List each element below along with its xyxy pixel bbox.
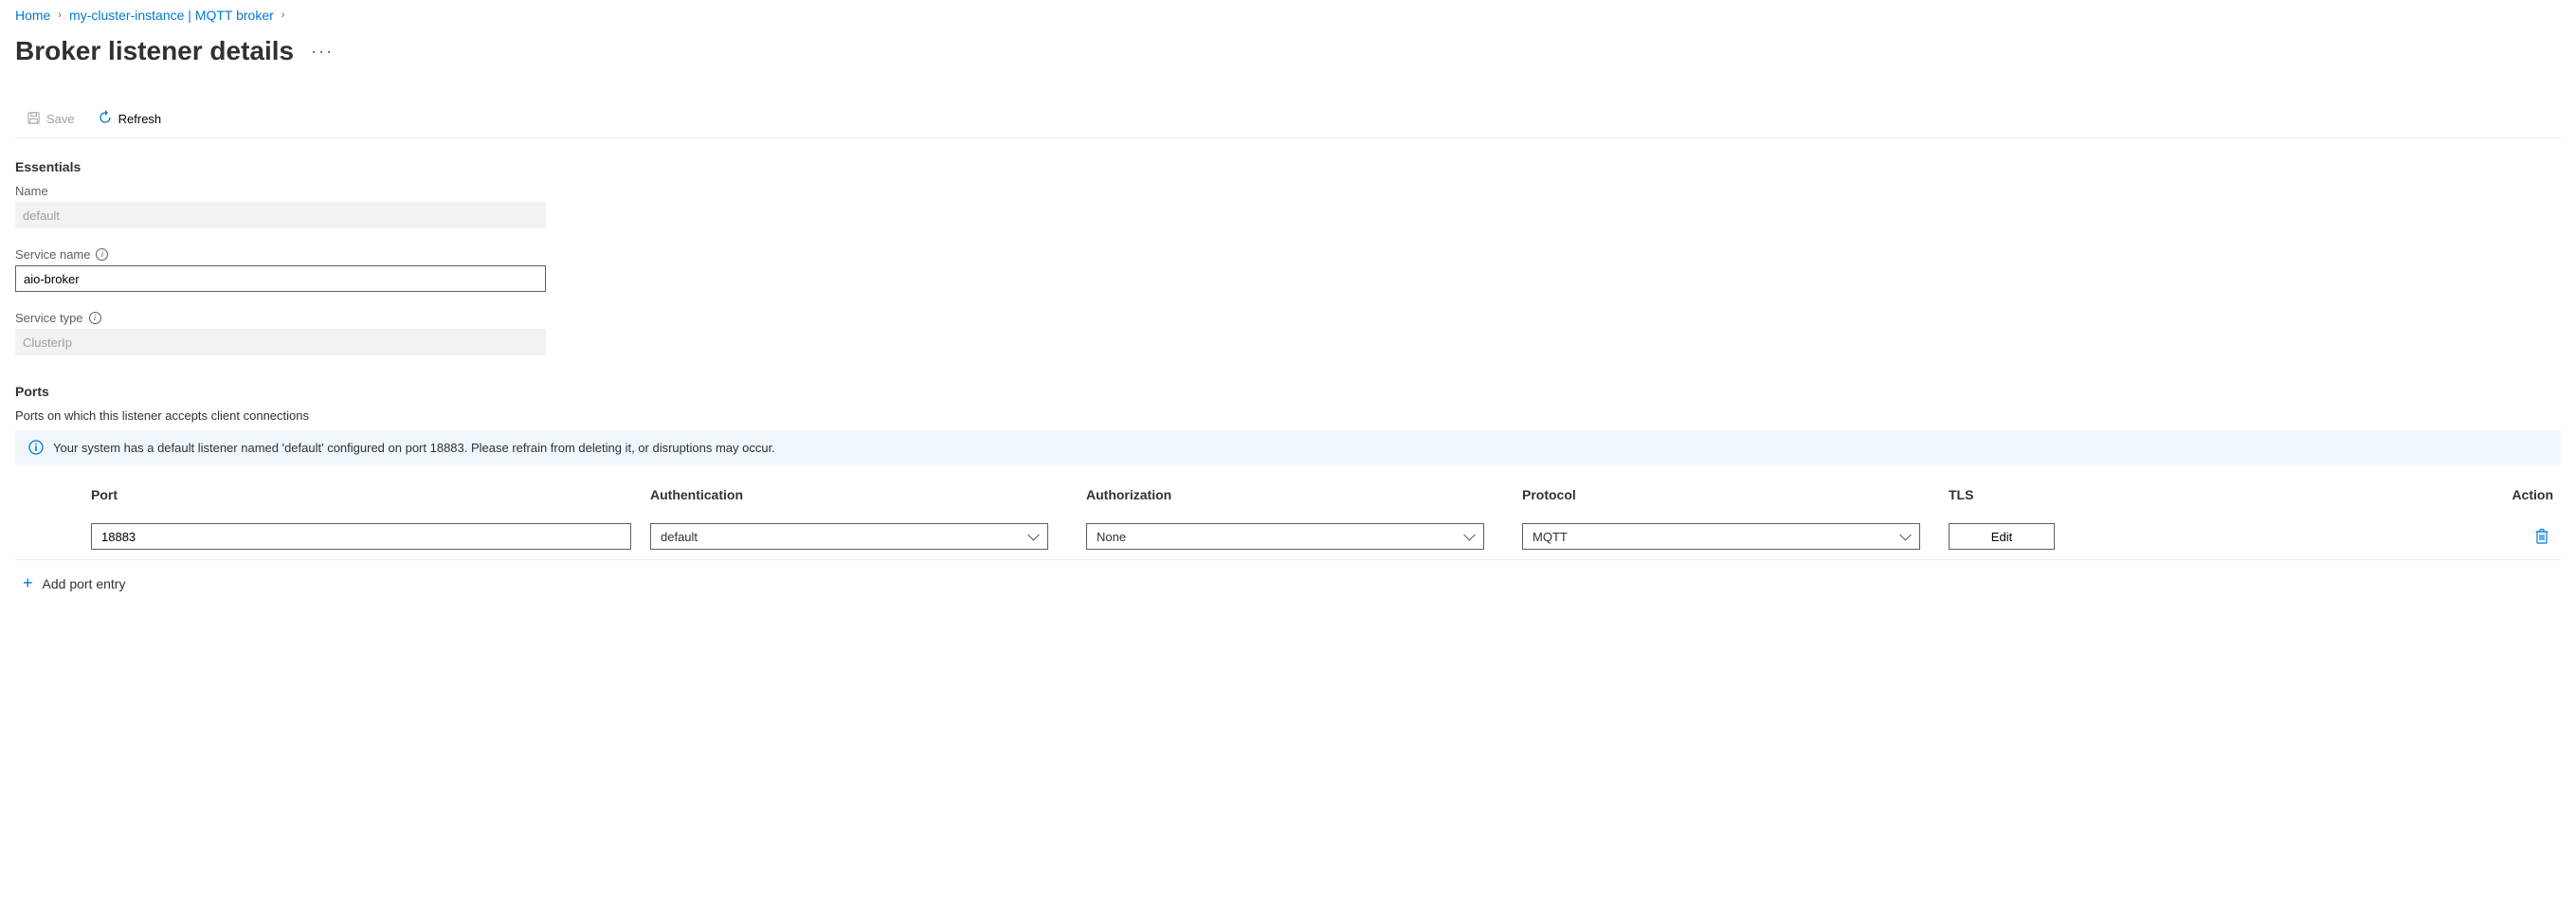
service-type-label-text: Service type [15,311,83,325]
ports-section: Ports Ports on which this listener accep… [15,384,2561,607]
page-title-row: Broker listener details ··· [15,36,2561,66]
name-field: Name [15,184,2561,228]
col-port: Port [91,487,650,502]
port-input[interactable] [91,523,631,550]
delete-icon[interactable] [2534,528,2549,545]
breadcrumb-cluster[interactable]: my-cluster-instance | MQTT broker [69,8,274,23]
service-name-input[interactable] [15,265,546,292]
ports-heading: Ports [15,384,2561,399]
refresh-label: Refresh [118,112,162,126]
chevron-right-icon: › [58,9,62,21]
page-title: Broker listener details [15,36,294,66]
info-icon [28,440,44,455]
tls-edit-button[interactable]: Edit [1949,523,2055,550]
breadcrumb-home[interactable]: Home [15,8,50,23]
protocol-dropdown[interactable]: MQTT [1522,523,1920,550]
breadcrumb: Home › my-cluster-instance | MQTT broker… [15,8,2561,23]
save-button[interactable]: Save [25,109,77,130]
col-tls: TLS [1949,487,2057,502]
name-input [15,202,546,228]
toolbar: Save Refresh [15,100,2561,138]
save-label: Save [46,112,75,126]
col-protocol: Protocol [1522,487,1949,502]
service-type-input [15,329,546,355]
name-label: Name [15,184,2561,198]
plus-icon: + [23,573,33,593]
info-icon[interactable]: i [89,312,101,324]
col-action: Action [2057,487,2561,502]
authentication-dropdown[interactable]: default [650,523,1048,550]
ports-table: Port Authentication Authorization Protoc… [15,487,2561,560]
authorization-value: None [1097,530,1126,544]
service-type-field: Service type i [15,311,2561,355]
service-name-label: Service name i [15,247,2561,262]
col-authorization: Authorization [1086,487,1522,502]
chevron-right-icon: › [281,9,285,21]
service-name-field: Service name i [15,247,2561,292]
essentials-heading: Essentials [15,159,2561,174]
service-name-label-text: Service name [15,247,90,262]
add-port-entry-button[interactable]: + Add port entry [15,560,133,607]
refresh-button[interactable]: Refresh [96,108,164,130]
essentials-section: Essentials Name Service name i Service t… [15,159,2561,355]
info-banner-text: Your system has a default listener named… [53,441,775,455]
authorization-dropdown[interactable]: None [1086,523,1484,550]
ports-description: Ports on which this listener accepts cli… [15,408,2561,423]
add-port-label: Add port entry [43,576,126,591]
ports-table-header: Port Authentication Authorization Protoc… [15,487,2561,514]
more-icon[interactable]: ··· [311,43,334,60]
protocol-value: MQTT [1533,530,1568,544]
col-authentication: Authentication [650,487,1086,502]
authentication-value: default [661,530,698,544]
save-icon [27,111,41,128]
info-banner: Your system has a default listener named… [15,430,2561,464]
refresh-icon [98,110,113,128]
service-type-label: Service type i [15,311,2561,325]
table-row: default None MQTT Edit [15,514,2561,560]
info-icon[interactable]: i [96,248,108,261]
